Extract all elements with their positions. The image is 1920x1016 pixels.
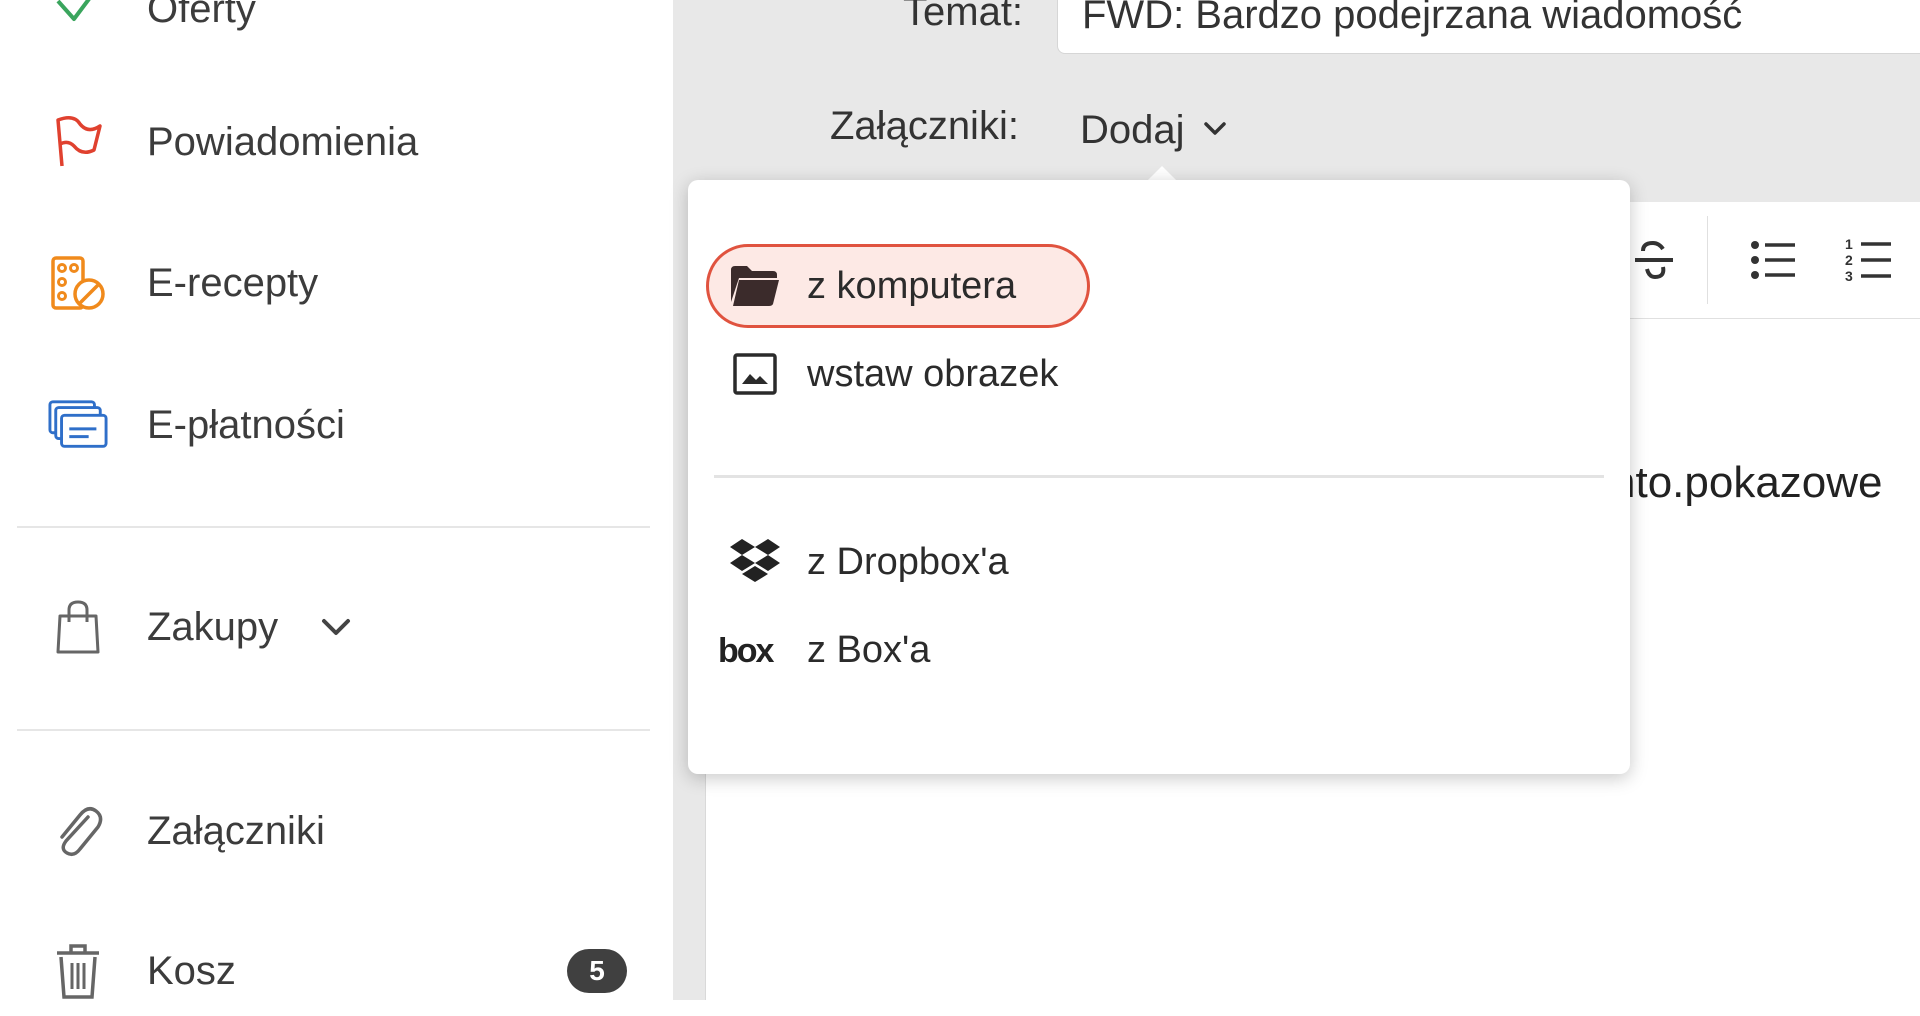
sidebar-item-e-recepty[interactable]: E-recepty	[0, 238, 673, 328]
numbered-list-icon[interactable]: 1 2 3	[1839, 230, 1899, 290]
check-icon	[48, 0, 108, 39]
chevron-down-icon[interactable]	[318, 609, 354, 645]
sidebar-item-zalaczniki[interactable]: Załączniki	[0, 786, 673, 876]
sidebar-item-label: Powiadomienia	[147, 119, 419, 164]
trash-icon	[48, 941, 108, 1001]
svg-text:1: 1	[1845, 236, 1853, 252]
chevron-down-icon	[1201, 108, 1229, 153]
menu-divider	[714, 475, 1604, 478]
menu-item-label: z Dropbox'a	[807, 540, 1009, 583]
sidebar-item-oferty[interactable]: Oferty	[0, 0, 673, 54]
trash-count-badge: 5	[567, 949, 627, 993]
menu-item-from-computer[interactable]: z komputera	[706, 244, 1090, 328]
sidebar-item-e-platnosci[interactable]: E-płatności	[0, 380, 673, 470]
box-icon: box	[716, 623, 782, 677]
sidebar-item-label: E-płatności	[147, 402, 345, 447]
sidebar-item-label: Oferty	[147, 0, 256, 31]
add-attachment-button[interactable]: Dodaj	[1080, 104, 1229, 156]
strikethrough-icon[interactable]	[1624, 230, 1684, 290]
folder-icon	[728, 259, 782, 313]
sidebar-divider	[17, 526, 650, 528]
menu-item-from-box[interactable]: box z Box'a	[706, 608, 1406, 692]
paperclip-icon	[48, 801, 108, 861]
pill-box-icon	[48, 253, 108, 313]
attachments-label: Załączniki:	[830, 104, 1019, 148]
message-body-text: nto.pokazowe	[1611, 458, 1883, 507]
shopping-bag-icon	[48, 597, 108, 657]
sidebar-item-label: Zakupy	[147, 604, 279, 649]
menu-item-label: z komputera	[807, 264, 1017, 307]
dropbox-icon	[728, 535, 782, 589]
sidebar-item-zakupy[interactable]: Zakupy	[0, 582, 673, 672]
sidebar-item-label: E-recepty	[147, 260, 319, 305]
flag-icon	[48, 112, 108, 172]
svg-text:box: box	[718, 632, 775, 670]
sidebar-item-label: Kosz	[147, 948, 236, 993]
sidebar-item-kosz[interactable]: Kosz 5	[0, 926, 673, 1016]
add-attachment-label: Dodaj	[1080, 107, 1185, 152]
subject-label: Temat:	[903, 0, 1024, 34]
svg-text:2: 2	[1845, 252, 1853, 268]
subject-input[interactable]: FWD: Bardzo podejrzana wiadomość	[1057, 0, 1920, 54]
menu-item-label: z Box'a	[807, 628, 931, 671]
bulleted-list-icon[interactable]	[1743, 230, 1803, 290]
cards-icon	[48, 395, 108, 455]
image-icon	[728, 347, 782, 401]
svg-text:3: 3	[1845, 268, 1853, 284]
sidebar-item-label: Załączniki	[147, 808, 325, 853]
menu-item-from-dropbox[interactable]: z Dropbox'a	[706, 520, 1406, 604]
sidebar-item-powiadomienia[interactable]: Powiadomienia	[0, 97, 673, 187]
sidebar-divider	[17, 729, 650, 731]
menu-item-label: wstaw obrazek	[807, 352, 1059, 395]
attachment-menu: z komputera wstaw obrazek z Dropbox'a bo…	[688, 180, 1630, 774]
sidebar: Oferty Powiadomienia E-recepty E-płatnoś…	[0, 0, 673, 1000]
menu-item-insert-image[interactable]: wstaw obrazek	[706, 332, 1406, 416]
toolbar-separator	[1707, 216, 1708, 304]
